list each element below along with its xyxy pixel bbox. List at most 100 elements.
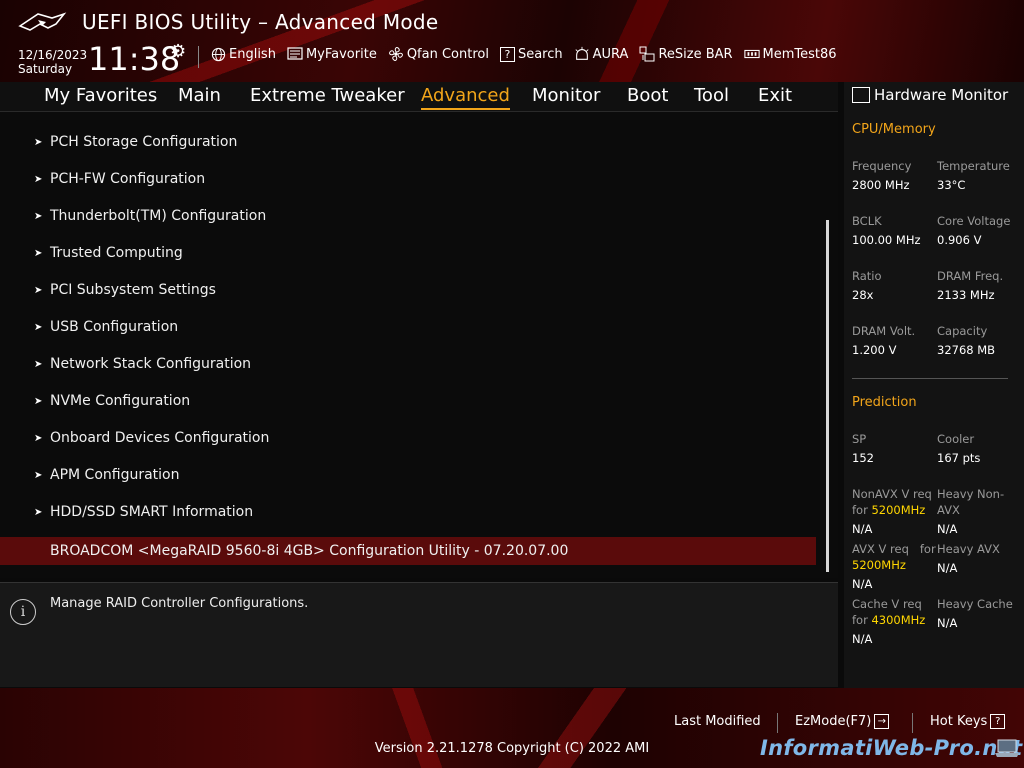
cooler-value: 167 pts <box>937 451 981 465</box>
qfan-control-button[interactable]: Qfan Control <box>388 46 489 62</box>
menu-item-nvme[interactable]: ➤ NVMe Configuration <box>34 393 190 409</box>
myfavorite-button[interactable]: MyFavorite <box>287 46 377 62</box>
menu-item-label: Onboard Devices Configuration <box>50 430 270 446</box>
avx-value: N/A <box>852 577 873 591</box>
for-label: for <box>919 542 936 556</box>
tab-main[interactable]: Main <box>178 85 221 108</box>
aura-icon <box>574 46 590 62</box>
menu-item-label: APM Configuration <box>50 467 180 483</box>
app-title: UEFI BIOS Utility – Advanced Mode <box>82 10 439 34</box>
cooler-label: Cooler <box>937 432 975 446</box>
search-label: Search <box>517 46 563 62</box>
menu-item-label: HDD/SSD SMART Information <box>50 504 254 520</box>
tab-monitor[interactable]: Monitor <box>532 85 600 108</box>
help-icon: ? <box>990 714 1006 729</box>
dram-volt-value: 1.200 V <box>852 343 897 357</box>
cache-value: N/A <box>852 632 873 646</box>
section-prediction: Prediction <box>852 395 917 410</box>
rog-logo-icon <box>18 12 67 31</box>
menu-item-label: Network Stack Configuration <box>50 356 252 372</box>
language-button[interactable]: English <box>210 46 276 62</box>
tab-tool[interactable]: Tool <box>694 85 729 108</box>
dram-volt-label: DRAM Volt. <box>852 324 916 338</box>
menu-item-network-stack[interactable]: ➤ Network Stack Configuration <box>34 356 251 372</box>
laptop-icon <box>995 739 1019 757</box>
tab-my-favorites[interactable]: My Favorites <box>44 85 157 108</box>
arrow-right-icon: ➤ <box>34 395 43 407</box>
tab-advanced[interactable]: Advanced <box>421 85 510 110</box>
menu-item-label: PCH Storage Configuration <box>50 134 238 150</box>
tab-exit[interactable]: Exit <box>758 85 792 108</box>
dram-freq-value: 2133 MHz <box>937 288 995 302</box>
help-text: Manage RAID Controller Configurations. <box>50 596 309 611</box>
date-display: 12/16/2023 <box>18 48 88 62</box>
section-cpu-memory: CPU/Memory <box>852 122 936 137</box>
arrow-right-icon: ➤ <box>34 210 43 222</box>
aura-button[interactable]: AURA <box>574 46 629 62</box>
clock-display[interactable]: 11:38 <box>88 40 180 78</box>
menu-item-label: Thunderbolt(TM) Configuration <box>50 208 267 224</box>
nonavx-label: NonAVX V req <box>852 487 932 501</box>
sp-label: SP <box>852 432 867 446</box>
last-modified-button[interactable]: Last Modified <box>674 714 761 729</box>
tab-extreme-tweaker[interactable]: Extreme Tweaker <box>250 85 405 108</box>
heavy-nonavx-value: N/A <box>937 522 958 536</box>
nonavx-frequency: 5200MHz <box>871 503 926 517</box>
tab-boot[interactable]: Boot <box>627 85 668 108</box>
resize-bar-button[interactable]: ReSize BAR <box>639 46 733 62</box>
memtest-label: MemTest86 <box>762 46 837 62</box>
exit-arrow-icon: → <box>874 714 890 729</box>
avx-frequency: 5200MHz <box>852 558 906 572</box>
memtest-button[interactable]: MemTest86 <box>743 46 837 62</box>
arrow-right-icon: ➤ <box>34 136 43 148</box>
arrow-right-icon: ➤ <box>34 469 43 481</box>
menu-item-label: USB Configuration <box>50 319 179 335</box>
section-divider <box>852 378 1008 379</box>
hardware-monitor-panel: Hardware Monitor CPU/Memory Frequency 28… <box>844 82 1024 688</box>
menu-scrollbar[interactable] <box>826 220 829 572</box>
menu-item-trusted-computing[interactable]: ➤ Trusted Computing <box>34 245 183 261</box>
menu-item-pch-storage[interactable]: ➤ PCH Storage Configuration <box>34 134 237 150</box>
avx-label-line: AVX V req for <box>852 541 936 557</box>
header-toolbar: English MyFavorite Qfan Control ? Search… <box>210 46 848 62</box>
heavy-avx-value: N/A <box>937 561 958 575</box>
bclk-label: BCLK <box>852 214 882 228</box>
menu-item-usb[interactable]: ➤ USB Configuration <box>34 319 178 335</box>
hardware-monitor-title: Hardware Monitor <box>852 86 1008 104</box>
arrow-right-icon: ➤ <box>34 432 43 444</box>
capacity-value: 32768 MB <box>937 343 996 357</box>
menu-item-apm[interactable]: ➤ APM Configuration <box>34 467 180 483</box>
hot-keys-label: Hot Keys <box>930 714 988 729</box>
menu-item-thunderbolt[interactable]: ➤ Thunderbolt(TM) Configuration <box>34 208 266 224</box>
cache-frequency: 4300MHz <box>871 613 926 627</box>
cache-freq-line: for 4300MHz <box>852 612 925 628</box>
info-icon: i <box>10 599 36 625</box>
footer-divider <box>777 713 778 733</box>
heavy-nonavx-label: Heavy Non-AVX <box>937 487 1005 517</box>
ezmode-button[interactable]: EzMode(F7) → <box>795 714 890 729</box>
menu-item-pci-subsystem[interactable]: ➤ PCI Subsystem Settings <box>34 282 216 298</box>
temperature-label: Temperature <box>937 159 1010 173</box>
sp-value: 152 <box>852 451 874 465</box>
menu-item-pch-fw[interactable]: ➤ PCH-FW Configuration <box>34 171 205 187</box>
arrow-right-icon: ➤ <box>34 358 43 370</box>
menu-item-broadcom-megaraid[interactable]: BROADCOM <MegaRAID 9560-8i 4GB> Configur… <box>0 537 816 565</box>
search-button[interactable]: ? Search <box>499 46 563 62</box>
resize-bar-icon <box>639 46 655 62</box>
gear-icon[interactable]: ⚙ <box>170 41 186 62</box>
resize-bar-label: ReSize BAR <box>658 46 733 62</box>
menu-item-hdd-smart[interactable]: ➤ HDD/SSD SMART Information <box>34 504 253 520</box>
temperature-value: 33°C <box>937 178 966 192</box>
menu-item-onboard-devices[interactable]: ➤ Onboard Devices Configuration <box>34 430 269 446</box>
hot-keys-button[interactable]: Hot Keys ? <box>930 714 1006 729</box>
menu-item-label: PCI Subsystem Settings <box>50 282 216 298</box>
heavy-avx-label: Heavy AVX <box>937 542 1000 556</box>
watermark-logo: InformatiWeb-Pro.net <box>760 736 1023 760</box>
frequency-label: Frequency <box>852 159 912 173</box>
menu-item-label: BROADCOM <MegaRAID 9560-8i 4GB> Configur… <box>50 543 569 559</box>
arrow-right-icon: ➤ <box>34 173 43 185</box>
menu-item-label: Trusted Computing <box>50 245 183 261</box>
aura-label: AURA <box>592 46 629 62</box>
monitor-icon <box>852 87 870 103</box>
footer-divider <box>912 713 913 733</box>
